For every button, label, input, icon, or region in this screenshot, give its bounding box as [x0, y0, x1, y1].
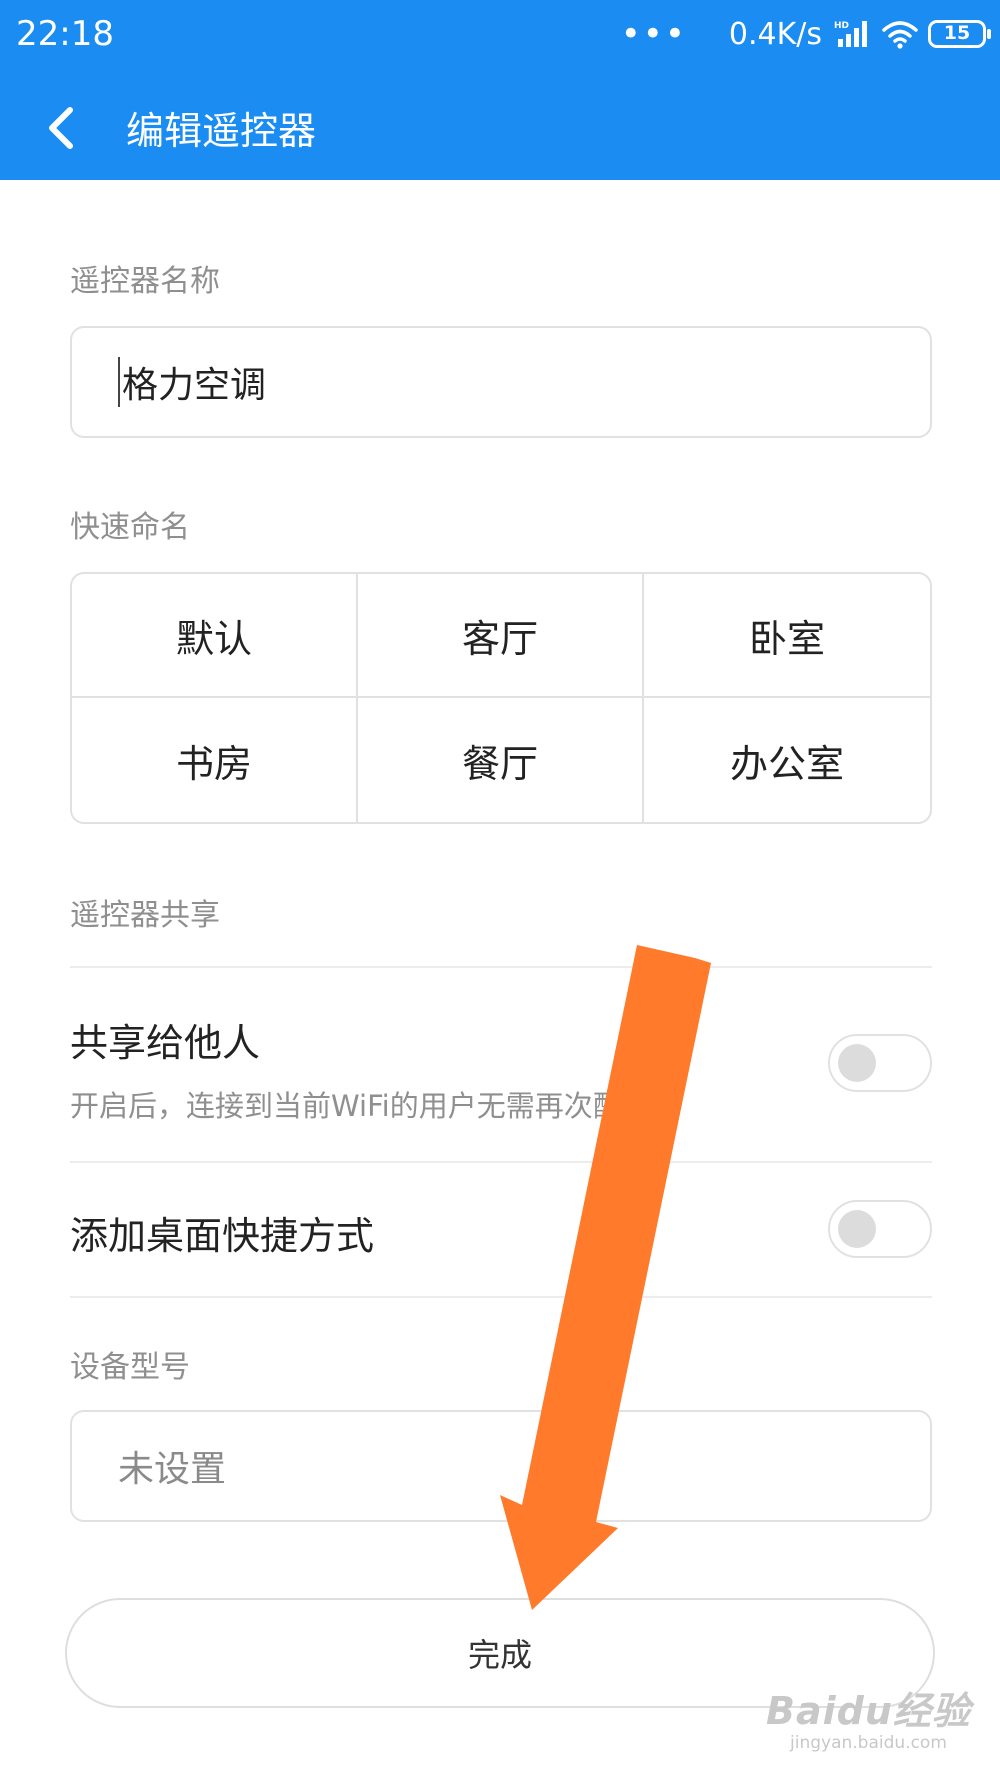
watermark-url: jingyan.baidu.com — [790, 1733, 947, 1753]
text-cursor — [118, 357, 120, 407]
shortcut-toggle[interactable] — [828, 1200, 932, 1258]
remote-name-label: 遥控器名称 — [70, 264, 220, 299]
divider — [70, 966, 932, 968]
signal-icon: HD — [834, 21, 867, 47]
baidu-watermark: Baidu经验 jingyan.baidu.com — [766, 1680, 971, 1753]
shortcut-title: 添加桌面快捷方式 — [70, 1214, 375, 1258]
quick-name-bedroom[interactable]: 卧室 — [644, 574, 930, 698]
network-type-label: HD — [834, 21, 849, 31]
page-title: 编辑遥控器 — [126, 109, 317, 153]
remote-name-value: 格力空调 — [122, 365, 267, 406]
app-header: 22:18 ••• 0.4K/s HD 15 编辑遥控器 — [0, 0, 1000, 180]
quick-name-default[interactable]: 默认 — [72, 574, 358, 698]
back-arrow-icon[interactable] — [44, 106, 80, 150]
wifi-icon — [882, 21, 918, 49]
quick-name-dining-room[interactable]: 餐厅 — [358, 698, 644, 822]
device-model-placeholder: 未设置 — [118, 1449, 227, 1490]
watermark-logo: Baidu经验 — [766, 1689, 971, 1733]
remote-name-input[interactable]: 格力空调 — [70, 326, 932, 438]
more-dots-icon: ••• — [620, 14, 687, 54]
share-title: 共享给他人 — [70, 1021, 261, 1065]
quick-name-office[interactable]: 办公室 — [644, 698, 930, 822]
share-description: 开启后，连接到当前WiFi的用户无需再次配对 — [70, 1089, 651, 1123]
share-toggle[interactable] — [828, 1034, 932, 1092]
quick-name-grid: 默认 客厅 卧室 书房 餐厅 办公室 — [70, 572, 932, 824]
network-speed: 0.4K/s — [728, 16, 822, 52]
device-model-label: 设备型号 — [70, 1350, 190, 1385]
status-time: 22:18 — [16, 14, 114, 54]
quick-name-living-room[interactable]: 客厅 — [358, 574, 644, 698]
device-model-input[interactable]: 未设置 — [70, 1410, 932, 1522]
divider — [70, 1296, 932, 1298]
quick-name-label: 快速命名 — [70, 510, 190, 545]
quick-name-study[interactable]: 书房 — [72, 698, 358, 822]
divider — [70, 1161, 932, 1163]
status-icons: ••• 0.4K/s HD 15 — [620, 14, 991, 54]
remote-share-label: 遥控器共享 — [70, 898, 220, 933]
share-toggle-knob — [838, 1044, 876, 1082]
shortcut-toggle-knob — [838, 1210, 876, 1248]
battery-icon: 15 — [928, 20, 991, 48]
